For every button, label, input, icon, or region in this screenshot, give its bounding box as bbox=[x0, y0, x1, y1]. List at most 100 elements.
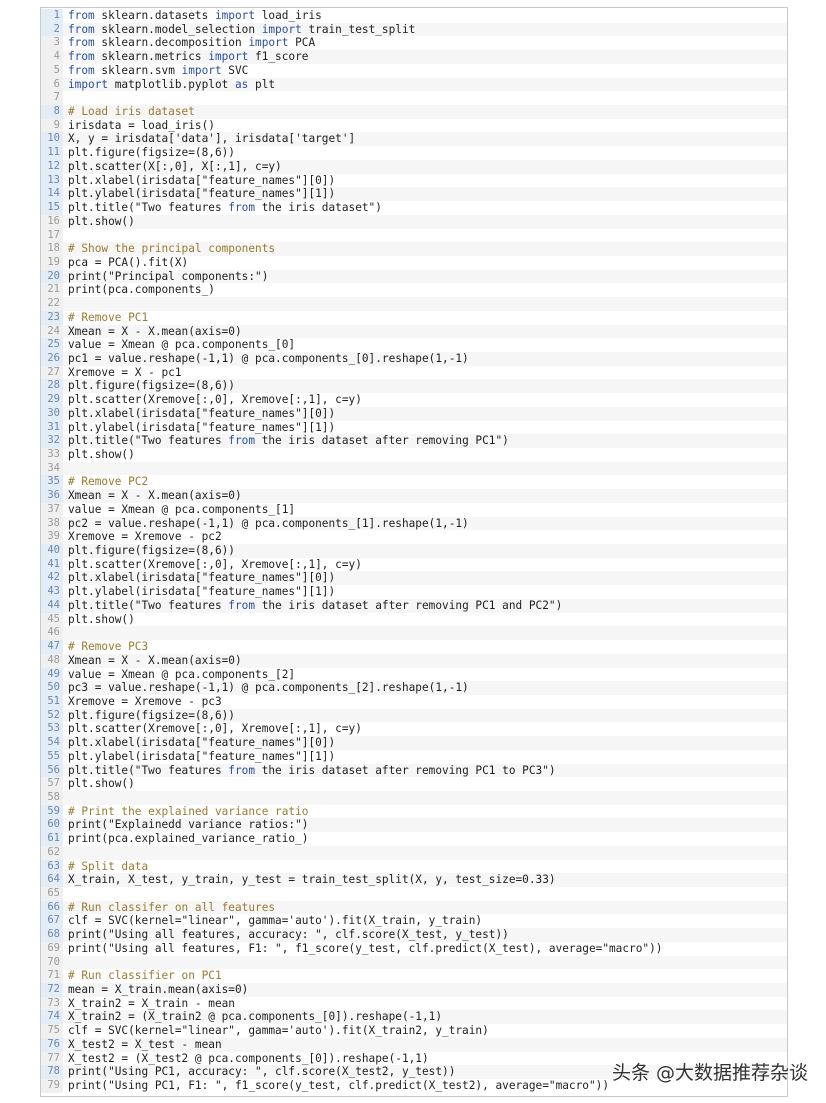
line-number: 12 bbox=[41, 159, 63, 174]
code-line[interactable]: 17 bbox=[41, 228, 787, 243]
code-line[interactable]: 58 bbox=[41, 790, 787, 805]
code-text: X_test2 = (X_test2 @ pca.components_[0])… bbox=[68, 1051, 429, 1065]
code-line[interactable]: 1 from sklearn.datasets import load_iris bbox=[41, 9, 787, 23]
code-line[interactable]: 43 plt.ylabel(irisdata["feature_names"][1… bbox=[41, 585, 787, 599]
code-line[interactable]: 12 plt.scatter(X[:,0], X[:,1], c=y) bbox=[41, 159, 787, 174]
code-line[interactable]: 49 value = Xmean @ pca.components_[2] bbox=[41, 667, 787, 682]
code-text: Xmean = X - X.mean(axis=0) bbox=[68, 489, 242, 503]
code-line[interactable]: 25 value = Xmean @ pca.components_[0] bbox=[41, 338, 787, 352]
code-text: plt.title("Two features from the iris da… bbox=[68, 598, 563, 612]
code-line[interactable]: 8 # Load iris dataset bbox=[41, 105, 787, 119]
code-line[interactable]: 36 Xmean = X - X.mean(axis=0) bbox=[41, 489, 787, 503]
line-number: 48 bbox=[41, 653, 63, 668]
code-text: plt.title("Two features from the iris da… bbox=[68, 434, 509, 448]
code-line[interactable]: 22 bbox=[41, 297, 787, 311]
code-line[interactable]: 64 X_train, X_test, y_train, y_test = tra… bbox=[41, 873, 787, 887]
code-line[interactable]: 71 # Run classifier on PC1 bbox=[41, 969, 787, 984]
code-line[interactable]: 31 plt.ylabel(irisdata["feature_names"][1… bbox=[41, 420, 787, 435]
code-line[interactable]: 39 Xremove = Xremove - pc2 bbox=[41, 530, 787, 545]
code-line[interactable]: 45 plt.show() bbox=[41, 612, 787, 627]
code-line[interactable]: 20 print("Principal components:") bbox=[41, 269, 787, 284]
line-number: 57 bbox=[41, 777, 63, 791]
code-text: plt.show() bbox=[68, 448, 135, 461]
code-line[interactable]: 27 Xremove = X - pc1 bbox=[41, 365, 787, 380]
code-line[interactable]: 51 Xremove = Xremove - pc3 bbox=[41, 694, 787, 709]
code-line[interactable]: 26 pc1 = value.reshape(-1,1) @ pca.compon… bbox=[41, 351, 787, 366]
code-line[interactable]: 74 X_train2 = (X_train2 @ pca.components_… bbox=[41, 1010, 787, 1025]
code-line[interactable]: 62 bbox=[41, 845, 787, 860]
code-line[interactable]: 75 clf = SVC(kernel="linear", gamma='auto… bbox=[41, 1024, 787, 1038]
code-line[interactable]: 35 # Remove PC2 bbox=[41, 475, 787, 490]
code-line[interactable]: 7 bbox=[41, 91, 787, 106]
code-line[interactable]: 15 plt.title("Two features from the iris … bbox=[41, 201, 787, 215]
code-line[interactable]: 41 plt.scatter(Xremove[:,0], Xremove[:,1]… bbox=[41, 557, 787, 572]
code-line[interactable]: 2 from sklearn.model_selection import tra… bbox=[41, 22, 787, 37]
code-line[interactable]: 52 plt.figure(figsize=(8,6)) bbox=[41, 708, 787, 723]
code-line[interactable]: 3 from sklearn.decomposition import PCA bbox=[41, 36, 787, 51]
line-number: 8 bbox=[41, 105, 63, 119]
code-line[interactable]: 76 X_test2 = X_test - mean bbox=[41, 1037, 787, 1052]
code-line[interactable]: 61 print(pca.explained_variance_ratio_) bbox=[41, 832, 787, 846]
line-number: 41 bbox=[41, 557, 63, 572]
code-line[interactable]: 37 value = Xmean @ pca.components_[1] bbox=[41, 502, 787, 517]
code-text: plt.scatter(Xremove[:,0], Xremove[:,1], … bbox=[68, 722, 362, 736]
code-line[interactable]: 65 bbox=[41, 887, 787, 901]
code-line[interactable]: 33 plt.show() bbox=[41, 448, 787, 462]
code-line[interactable]: 50 pc3 = value.reshape(-1,1) @ pca.compon… bbox=[41, 681, 787, 695]
code-line[interactable]: 21 print(pca.components_) bbox=[41, 283, 787, 298]
code-line[interactable]: 72 mean = X_train.mean(axis=0) bbox=[41, 983, 787, 997]
code-text: X_train2 = (X_train2 @ pca.components_[0… bbox=[68, 1010, 443, 1024]
code-line[interactable]: 4 from sklearn.metrics import f1_score bbox=[41, 50, 787, 64]
code-line[interactable]: 70 bbox=[41, 955, 787, 970]
line-number: 16 bbox=[41, 214, 63, 229]
code-line[interactable]: 66 # Run classifer on all features bbox=[41, 900, 787, 915]
code-line[interactable]: 28 plt.figure(figsize=(8,6)) bbox=[41, 379, 787, 394]
line-number: 28 bbox=[41, 379, 63, 394]
code-line[interactable]: 73 X_train2 = X_train - mean bbox=[41, 996, 787, 1011]
line-number: 79 bbox=[41, 1079, 63, 1093]
code-line[interactable]: 29 plt.scatter(Xremove[:,0], Xremove[:,1]… bbox=[41, 393, 787, 407]
code-line[interactable]: 53 plt.scatter(Xremove[:,0], Xremove[:,1]… bbox=[41, 722, 787, 737]
code-line[interactable]: 5 from sklearn.svm import SVC bbox=[41, 63, 787, 78]
code-line[interactable]: 19 pca = PCA().fit(X) bbox=[41, 255, 787, 270]
code-line[interactable]: 59 # Print the explained variance ratio bbox=[41, 804, 787, 819]
code-line[interactable]: 46 bbox=[41, 626, 787, 641]
code-line[interactable]: 9 irisdata = load_iris() bbox=[41, 118, 787, 133]
code-line[interactable]: 44 plt.title("Two features from the iris … bbox=[41, 598, 787, 613]
code-line[interactable]: 14 plt.ylabel(irisdata["feature_names"][1… bbox=[41, 187, 787, 202]
code-line[interactable]: 56 plt.title("Two features from the iris … bbox=[41, 763, 787, 778]
code-text: X, y = irisdata['data'], irisdata['targe… bbox=[68, 132, 356, 146]
code-line[interactable]: 24 Xmean = X - X.mean(axis=0) bbox=[41, 324, 787, 339]
line-number: 49 bbox=[41, 667, 63, 682]
code-line[interactable]: 63 # Split data bbox=[41, 859, 787, 874]
code-line[interactable]: 67 clf = SVC(kernel="linear", gamma='auto… bbox=[41, 914, 787, 929]
code-line[interactable]: 42 plt.xlabel(irisdata["feature_names"][0… bbox=[41, 571, 787, 586]
line-number: 60 bbox=[41, 818, 63, 833]
code-line[interactable]: 38 pc2 = value.reshape(-1,1) @ pca.compon… bbox=[41, 516, 787, 531]
code-line[interactable]: 55 plt.ylabel(irisdata["feature_names"][1… bbox=[41, 749, 787, 764]
code-line[interactable]: 60 print("Explainedd variance ratios:") bbox=[41, 818, 787, 833]
line-number: 19 bbox=[41, 255, 63, 270]
code-line[interactable]: 13 plt.xlabel(irisdata["feature_names"][0… bbox=[41, 173, 787, 188]
code-line[interactable]: 16 plt.show() bbox=[41, 214, 787, 229]
code-text: value = Xmean @ pca.components_[0] bbox=[68, 338, 296, 352]
code-line[interactable]: 34 bbox=[41, 461, 787, 476]
code-line[interactable]: 54 plt.xlabel(irisdata["feature_names"][0… bbox=[41, 736, 787, 750]
code-line[interactable]: 23 # Remove PC1 bbox=[41, 310, 787, 325]
code-line[interactable]: 40 plt.figure(figsize=(8,6)) bbox=[41, 544, 787, 558]
code-line[interactable]: 48 Xmean = X - X.mean(axis=0) bbox=[41, 653, 787, 668]
code-line[interactable]: 57 plt.show() bbox=[41, 777, 787, 791]
code-line[interactable]: 10 X, y = irisdata['data'], irisdata['tar… bbox=[41, 132, 787, 147]
code-line[interactable]: 32 plt.title("Two features from the iris … bbox=[41, 434, 787, 448]
code-line[interactable]: 69 print("Using all features, F1: ", f1_s… bbox=[41, 941, 787, 956]
code-line[interactable]: 30 plt.xlabel(irisdata["feature_names"][0… bbox=[41, 406, 787, 421]
code-line[interactable]: 6 import matplotlib.pyplot as plt bbox=[41, 77, 787, 92]
code-line[interactable]: 47 # Remove PC3 bbox=[41, 640, 787, 654]
code-editor[interactable]: 1 from sklearn.datasets import load_iris 2… bbox=[40, 7, 788, 1097]
code-line[interactable]: 11 plt.figure(figsize=(8,6)) bbox=[41, 146, 787, 160]
code-line[interactable]: 18 # Show the principal components bbox=[41, 242, 787, 256]
line-number: 25 bbox=[41, 338, 63, 352]
code-text: print("Using all features, accuracy: ", … bbox=[68, 928, 509, 942]
code-line[interactable]: 68 print("Using all features, accuracy: "… bbox=[41, 928, 787, 942]
line-number: 44 bbox=[41, 598, 63, 613]
